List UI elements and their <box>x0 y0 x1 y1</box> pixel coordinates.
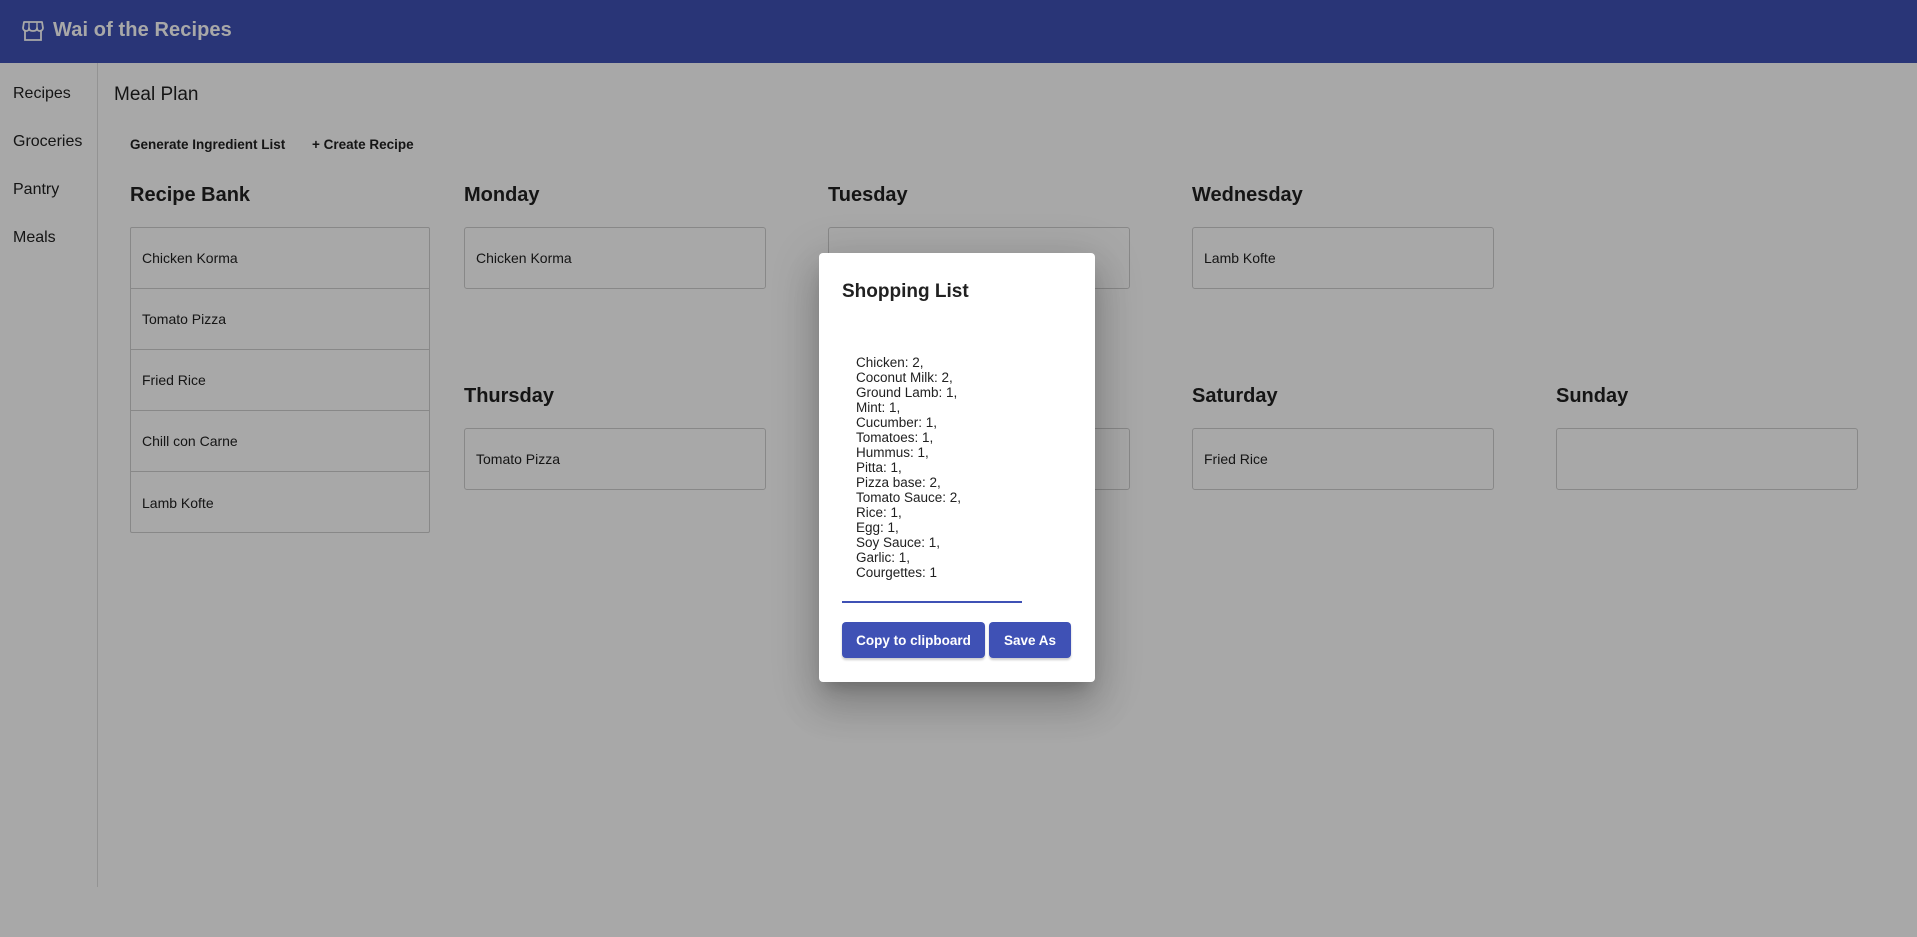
shopping-list-line: Rice: 1, <box>856 505 902 520</box>
shopping-list-line: Egg: 1, <box>856 520 899 535</box>
shopping-list-line: Coconut Milk: 2, <box>856 370 953 385</box>
shopping-list-line: Mint: 1, <box>856 400 901 415</box>
copy-to-clipboard-button[interactable]: Copy to clipboard <box>842 622 985 658</box>
shopping-list-line: Pitta: 1, <box>856 460 902 475</box>
shopping-list-line: Cucumber: 1, <box>856 415 938 430</box>
save-as-button[interactable]: Save As <box>989 622 1071 658</box>
shopping-list-line: Chicken: 2, <box>856 355 924 370</box>
shopping-list-dialog: Shopping List Chicken: 2, Coconut Milk: … <box>819 253 1095 682</box>
shopping-list-line: Tomatoes: 1, <box>856 430 934 445</box>
shopping-list-line: Soy Sauce: 1, <box>856 535 941 550</box>
shopping-list-textarea[interactable]: Chicken: 2, Coconut Milk: 2, Ground Lamb… <box>842 355 1022 603</box>
shopping-list-line: Courgettes: 1 <box>856 565 938 580</box>
shopping-list-line: Pizza base: 2, <box>856 475 941 490</box>
shopping-list-line: Ground Lamb: 1, <box>856 385 958 400</box>
dialog-title: Shopping List <box>842 281 969 302</box>
shopping-list-line: Garlic: 1, <box>856 550 911 565</box>
shopping-list-line: Hummus: 1, <box>856 445 929 460</box>
shopping-list-line: Tomato Sauce: 2, <box>856 490 962 505</box>
